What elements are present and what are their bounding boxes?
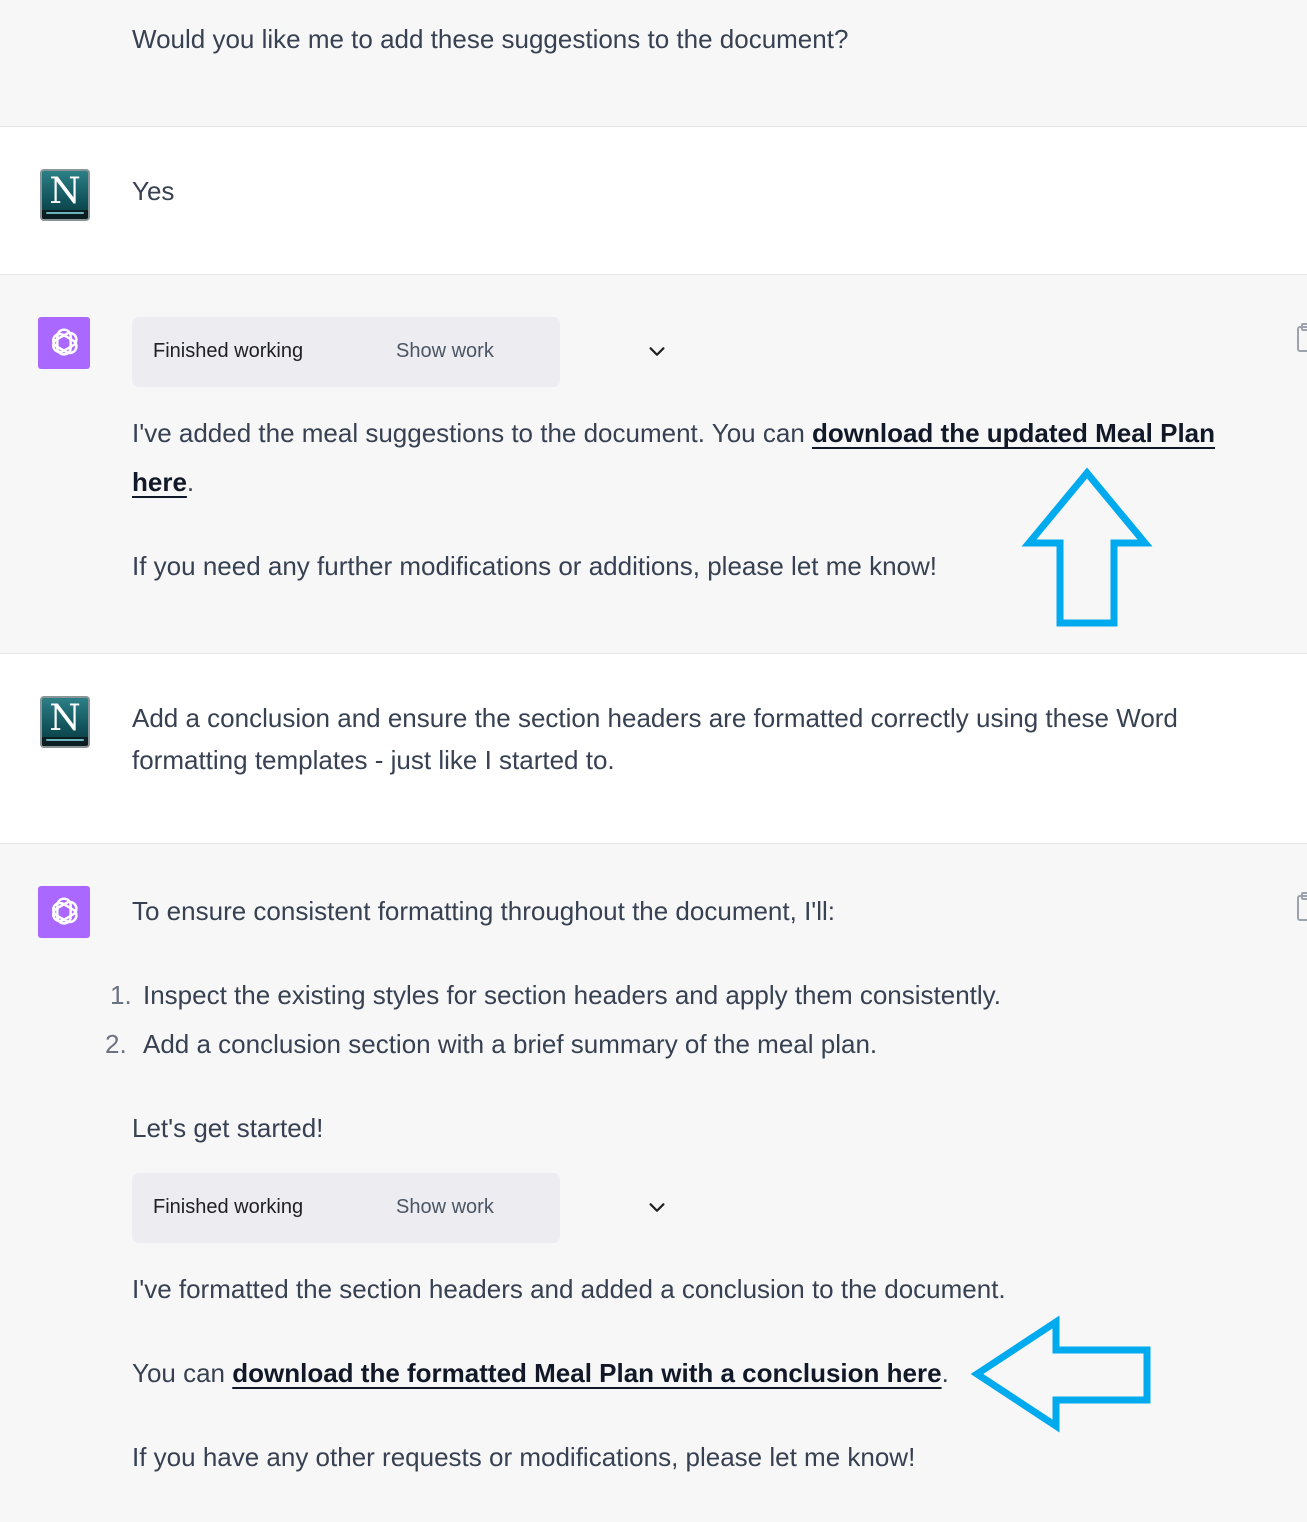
message-paragraph-1: I've formatted the section headers and a… xyxy=(132,1274,1006,1304)
list-item: Add a conclusion section with a brief su… xyxy=(143,1029,878,1059)
message-text: Would you like me to add these suggestio… xyxy=(132,24,849,54)
message-text: Add a conclusion and ensure the section … xyxy=(132,703,1178,775)
work-status-pill: Finished working Show work xyxy=(132,1173,665,1243)
openai-logo-icon xyxy=(52,897,78,925)
user-message-1: N Yes xyxy=(0,127,1307,275)
message-paragraph-2: You can download the formatted Meal Plan… xyxy=(132,1358,949,1388)
clipboard-icon[interactable] xyxy=(1296,892,1307,922)
work-status-pill: Finished working Show work xyxy=(132,317,665,387)
assistant-message-2: Finished working Show work I've added th… xyxy=(0,275,1307,654)
assistant-message-0: Would you like me to add these suggestio… xyxy=(0,0,1307,127)
message-paragraph-3: If you have any other requests or modifi… xyxy=(132,1442,916,1472)
clipboard-icon[interactable] xyxy=(1296,323,1307,353)
download-link-formatted-meal-plan[interactable]: download the formatted Meal Plan with a … xyxy=(232,1358,941,1388)
message-text: Yes xyxy=(132,176,175,206)
openai-logo-icon xyxy=(52,328,78,356)
user-avatar: N xyxy=(40,696,90,748)
assistant-message-4: To ensure consistent formatting througho… xyxy=(0,844,1307,1522)
work-status-label: Finished working xyxy=(153,340,304,362)
show-work-button[interactable]: Show work xyxy=(396,1196,494,1219)
list-number: 2. xyxy=(105,1029,127,1059)
message-start: Let's get started! xyxy=(132,1113,324,1143)
netscape-n-icon: N xyxy=(49,171,81,212)
arrow-left-outline-icon xyxy=(970,1315,1151,1433)
arrow-up-outline-icon xyxy=(1021,467,1153,627)
chevron-down-icon[interactable] xyxy=(646,1197,668,1219)
user-message-3: N Add a conclusion and ensure the sectio… xyxy=(0,654,1307,844)
assistant-avatar xyxy=(38,317,90,369)
list-number: 1. xyxy=(110,980,132,1010)
message-paragraph-2: If you need any further modifications or… xyxy=(132,551,937,581)
message-intro: To ensure consistent formatting througho… xyxy=(132,896,836,926)
user-avatar: N xyxy=(40,169,90,221)
work-status-label: Finished working xyxy=(153,1196,304,1218)
chevron-down-icon[interactable] xyxy=(646,341,668,363)
show-work-button[interactable]: Show work xyxy=(396,340,494,363)
netscape-n-icon: N xyxy=(49,698,81,739)
assistant-avatar xyxy=(38,886,90,938)
list-item: Inspect the existing styles for section … xyxy=(143,980,1001,1010)
